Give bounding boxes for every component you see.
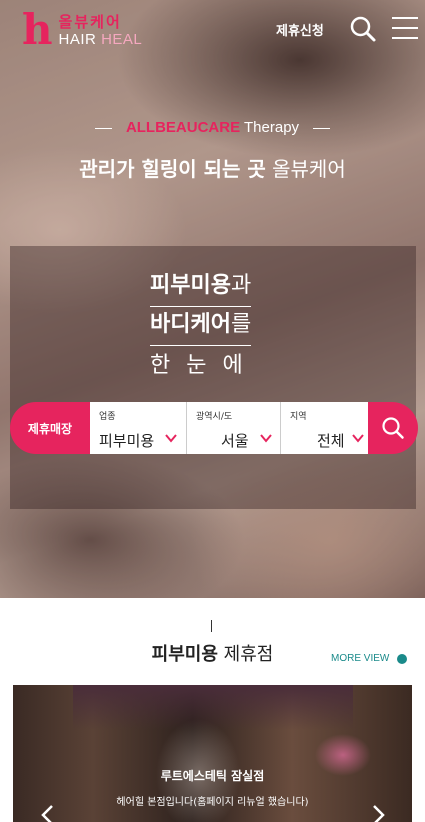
header: h 올뷰케어 HAIR HEAL 제휴신청 (0, 0, 425, 60)
logo-english-heal: HEAL (101, 31, 143, 48)
logo[interactable]: h 올뷰케어 HAIR HEAL (22, 5, 143, 54)
partner-apply-link[interactable]: 제휴신청 (276, 20, 324, 39)
logo-english-hair: HAIR (58, 31, 97, 48)
tagline-3: 한눈에 (150, 353, 259, 378)
chevron-down-icon (165, 434, 177, 443)
store-description: 헤어힐 본점입니다(홈페이지 리뉴얼 했습니다) (116, 797, 309, 808)
more-view-link[interactable]: MORE VIEW (331, 653, 389, 664)
section-divider (211, 620, 212, 632)
tagline-1-light: 과 (230, 273, 252, 298)
region-label: 광역시/도 (196, 412, 233, 422)
hamburger-menu-icon[interactable] (392, 17, 418, 41)
chevron-left-icon[interactable] (38, 805, 58, 822)
search-submit-button[interactable] (368, 402, 418, 454)
headline-bold: 관리가 힐링이 되는 곳 (79, 157, 266, 181)
logo-text: 올뷰케어 HAIR HEAL (59, 13, 143, 48)
region-select[interactable]: 광역시/도 서울 (187, 402, 281, 454)
section-title-bold: 피부미용 (151, 644, 218, 665)
industry-label: 업종 (99, 412, 116, 422)
chevron-down-icon (352, 434, 364, 443)
partner-store-card[interactable]: 루트에스테틱 잠실점 헤어힐 본점입니다(홈페이지 리뉴얼 했습니다) (13, 685, 412, 822)
section-title-light: 제휴점 (223, 644, 274, 665)
district-select[interactable]: 지역 전체 (281, 402, 368, 454)
store-photo (73, 685, 353, 730)
logo-h-mark: h (22, 5, 53, 54)
region-value: 서울 (221, 432, 249, 450)
tagline-2-bold: 바디케어 (150, 312, 231, 337)
logo-english: HAIR HEAL (59, 31, 143, 48)
search-icon[interactable] (349, 15, 377, 43)
brand-name: ALLBEAUCARE (125, 119, 241, 136)
search-icon (382, 417, 404, 439)
chevron-right-icon[interactable] (368, 805, 388, 822)
store-name: 루트에스테틱 잠실점 (160, 769, 265, 783)
more-view-dot-icon[interactable] (397, 654, 407, 664)
store-search-bar: 제휴매장 업종 피부미용 광역시/도 서울 지역 전체 (10, 402, 418, 454)
industry-value: 피부미용 (99, 432, 155, 450)
hero-headline: 관리가 힐링이 되는 곳 올뷰케어 (0, 153, 425, 182)
brand-therapy: Therapy (244, 119, 300, 136)
logo-korean: 올뷰케어 (58, 13, 122, 31)
partner-store-pill[interactable]: 제휴매장 (10, 402, 90, 454)
hero-tagline: 피부미용과 바디케어를 한눈에 (150, 268, 259, 386)
tagline-1-bold: 피부미용 (150, 273, 231, 298)
district-label: 지역 (290, 412, 307, 422)
industry-select[interactable]: 업종 피부미용 (90, 402, 187, 454)
hero-subtitle: ALLBEAUCARE Therapy (0, 119, 425, 136)
chevron-down-icon (260, 434, 272, 443)
tagline-2-light: 를 (230, 312, 252, 337)
headline-light: 올뷰케어 (272, 157, 346, 181)
district-value: 전체 (317, 432, 345, 450)
